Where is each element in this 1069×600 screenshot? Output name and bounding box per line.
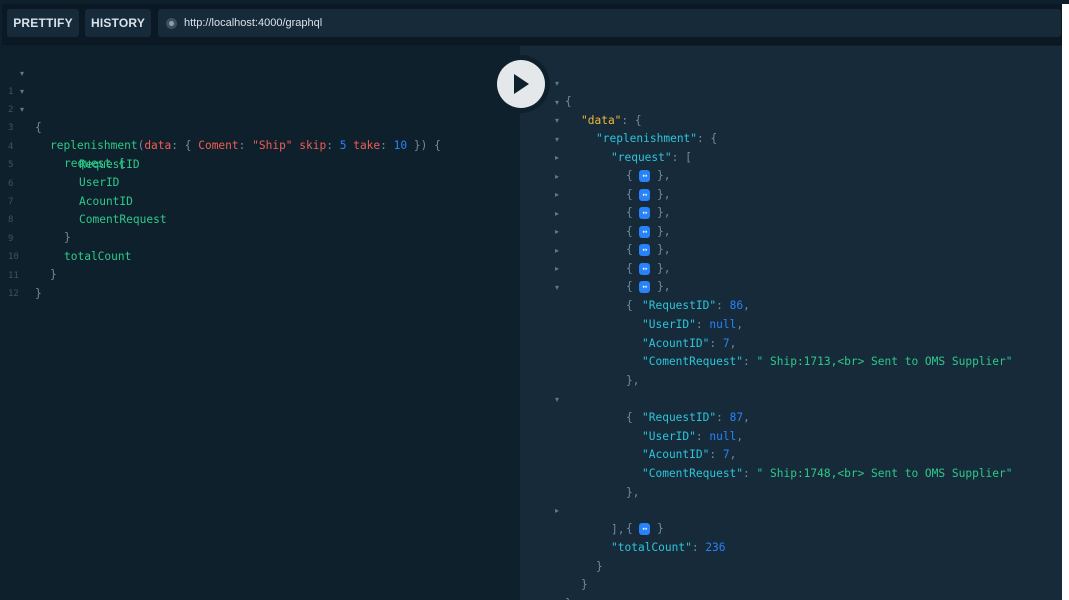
fold-arrow-icon[interactable]: ▾ bbox=[20, 101, 24, 119]
result-line: }, bbox=[626, 486, 640, 499]
result-line: } bbox=[596, 560, 603, 573]
fold-arrow-icon[interactable]: ▾ bbox=[20, 65, 24, 83]
expand-arrow-icon[interactable]: ▸ bbox=[555, 502, 559, 520]
result-line: "ComentRequest": " Ship:1713,<br> Sent t… bbox=[642, 355, 1013, 368]
query-line-10: 10 } bbox=[2, 230, 57, 281]
query-line-5: 5 UserID bbox=[2, 138, 119, 189]
line-number: 12 bbox=[8, 289, 19, 299]
query-line-4: 4 RequestID bbox=[2, 120, 140, 171]
query-line-1: 1 ▾ { bbox=[2, 65, 42, 134]
result-line: "ComentRequest": " Ship:1748,<br> Sent t… bbox=[642, 467, 1013, 480]
query-line-11: 11 } bbox=[2, 249, 42, 300]
result-line: }, bbox=[626, 374, 640, 387]
execute-query-button[interactable] bbox=[492, 55, 550, 113]
prettify-button[interactable]: PRETTIFY bbox=[7, 9, 79, 37]
expand-arrow-icon[interactable]: ▸ bbox=[555, 186, 559, 204]
fold-arrow-icon[interactable]: ▾ bbox=[555, 391, 559, 409]
expand-arrow-icon[interactable]: ▸ bbox=[555, 168, 559, 186]
window-edge bbox=[1062, 4, 1069, 600]
result-line: "totalCount": 236 bbox=[611, 541, 726, 554]
collapsed-item: ▸ { ↔ }, bbox=[520, 131, 671, 182]
query-line-6: 6 AcountID bbox=[2, 157, 133, 208]
expand-arrow-icon[interactable]: ▸ bbox=[555, 260, 559, 278]
collapsed-item: ▸ { ↔ } bbox=[520, 484, 664, 535]
fold-arrow-icon[interactable]: ▾ bbox=[555, 131, 559, 149]
result-line: ▾ { bbox=[520, 261, 633, 312]
query-line-3: 3 ▾ request { bbox=[2, 101, 125, 170]
result-line: "AcountID": 7, bbox=[642, 448, 737, 461]
expand-arrow-icon[interactable]: ▸ bbox=[555, 205, 559, 223]
expand-object-button[interactable]: ↔ bbox=[639, 207, 651, 219]
fold-arrow-icon[interactable]: ▾ bbox=[555, 279, 559, 297]
result-line: ], bbox=[611, 523, 625, 536]
result-line: "RequestID": 86, bbox=[642, 299, 750, 312]
history-button[interactable]: HISTORY bbox=[85, 9, 151, 37]
endpoint-url[interactable]: http://localhost:4000/graphql bbox=[184, 17, 322, 29]
query-editor[interactable]: 1 ▾ { 2 ▾ replenishment(data: { Coment: … bbox=[2, 46, 520, 600]
query-line-7: 7 ComentRequest bbox=[2, 175, 167, 226]
result-line: } bbox=[581, 578, 588, 591]
collapsed-item: ▸ { ↔ }, bbox=[520, 205, 671, 256]
expand-object-button[interactable]: ↔ bbox=[639, 523, 651, 535]
fold-arrow-icon[interactable]: ▾ bbox=[555, 94, 559, 112]
collapsed-item: ▸ { ↔ }, bbox=[520, 150, 671, 201]
expand-arrow-icon[interactable]: ▸ bbox=[555, 223, 559, 241]
fold-arrow-icon[interactable]: ▾ bbox=[555, 112, 559, 130]
endpoint-url-bar[interactable]: http://localhost:4000/graphql bbox=[158, 9, 1061, 37]
collapsed-item: ▸ { ↔ }, bbox=[520, 168, 671, 219]
connection-status-icon bbox=[166, 17, 177, 29]
expand-object-button[interactable]: ↔ bbox=[639, 189, 651, 201]
result-line: } bbox=[520, 577, 572, 600]
result-line: ▾ "request": [ bbox=[520, 113, 692, 164]
result-line: ▾ { bbox=[520, 373, 633, 424]
expand-object-button[interactable]: ↔ bbox=[639, 281, 651, 293]
result-line: "AcountID": 7, bbox=[642, 337, 737, 350]
collapsed-item: ▸ { ↔ }, bbox=[520, 187, 671, 238]
toolbar: PRETTIFY HISTORY http://localhost:4000/g… bbox=[2, 4, 1067, 45]
expand-object-button[interactable]: ↔ bbox=[639, 170, 651, 182]
play-icon bbox=[514, 74, 529, 94]
query-line-12: 12 bbox=[2, 267, 29, 299]
fold-arrow-icon[interactable]: ▾ bbox=[555, 75, 559, 93]
collapsed-item: ▸ { ↔ }, bbox=[520, 242, 671, 293]
expand-arrow-icon[interactable]: ▸ bbox=[555, 242, 559, 260]
graphiql-window: PRETTIFY HISTORY http://localhost:4000/g… bbox=[0, 0, 1069, 600]
expand-arrow-icon[interactable]: ▸ bbox=[555, 149, 559, 167]
expand-object-button[interactable]: ↔ bbox=[639, 226, 651, 238]
expand-object-button[interactable]: ↔ bbox=[639, 244, 651, 256]
query-line-8: 8 } bbox=[2, 193, 71, 244]
result-line: "RequestID": 87, bbox=[642, 411, 750, 424]
result-line: "UserID": null, bbox=[642, 318, 744, 331]
collapsed-item: ▸ { ↔ }, bbox=[520, 224, 671, 275]
result-line: "UserID": null, bbox=[642, 430, 744, 443]
query-line-2: 2 ▾ replenishment(data: { Coment: "Ship"… bbox=[2, 83, 441, 152]
query-line-9: 9 totalCount bbox=[2, 212, 131, 263]
expand-object-button[interactable]: ↔ bbox=[639, 263, 651, 275]
result-viewer[interactable]: ▾ { ▾ "data": { ▾ "replenishment": { ▾ "… bbox=[520, 46, 1062, 600]
fold-arrow-icon[interactable]: ▾ bbox=[20, 83, 24, 101]
